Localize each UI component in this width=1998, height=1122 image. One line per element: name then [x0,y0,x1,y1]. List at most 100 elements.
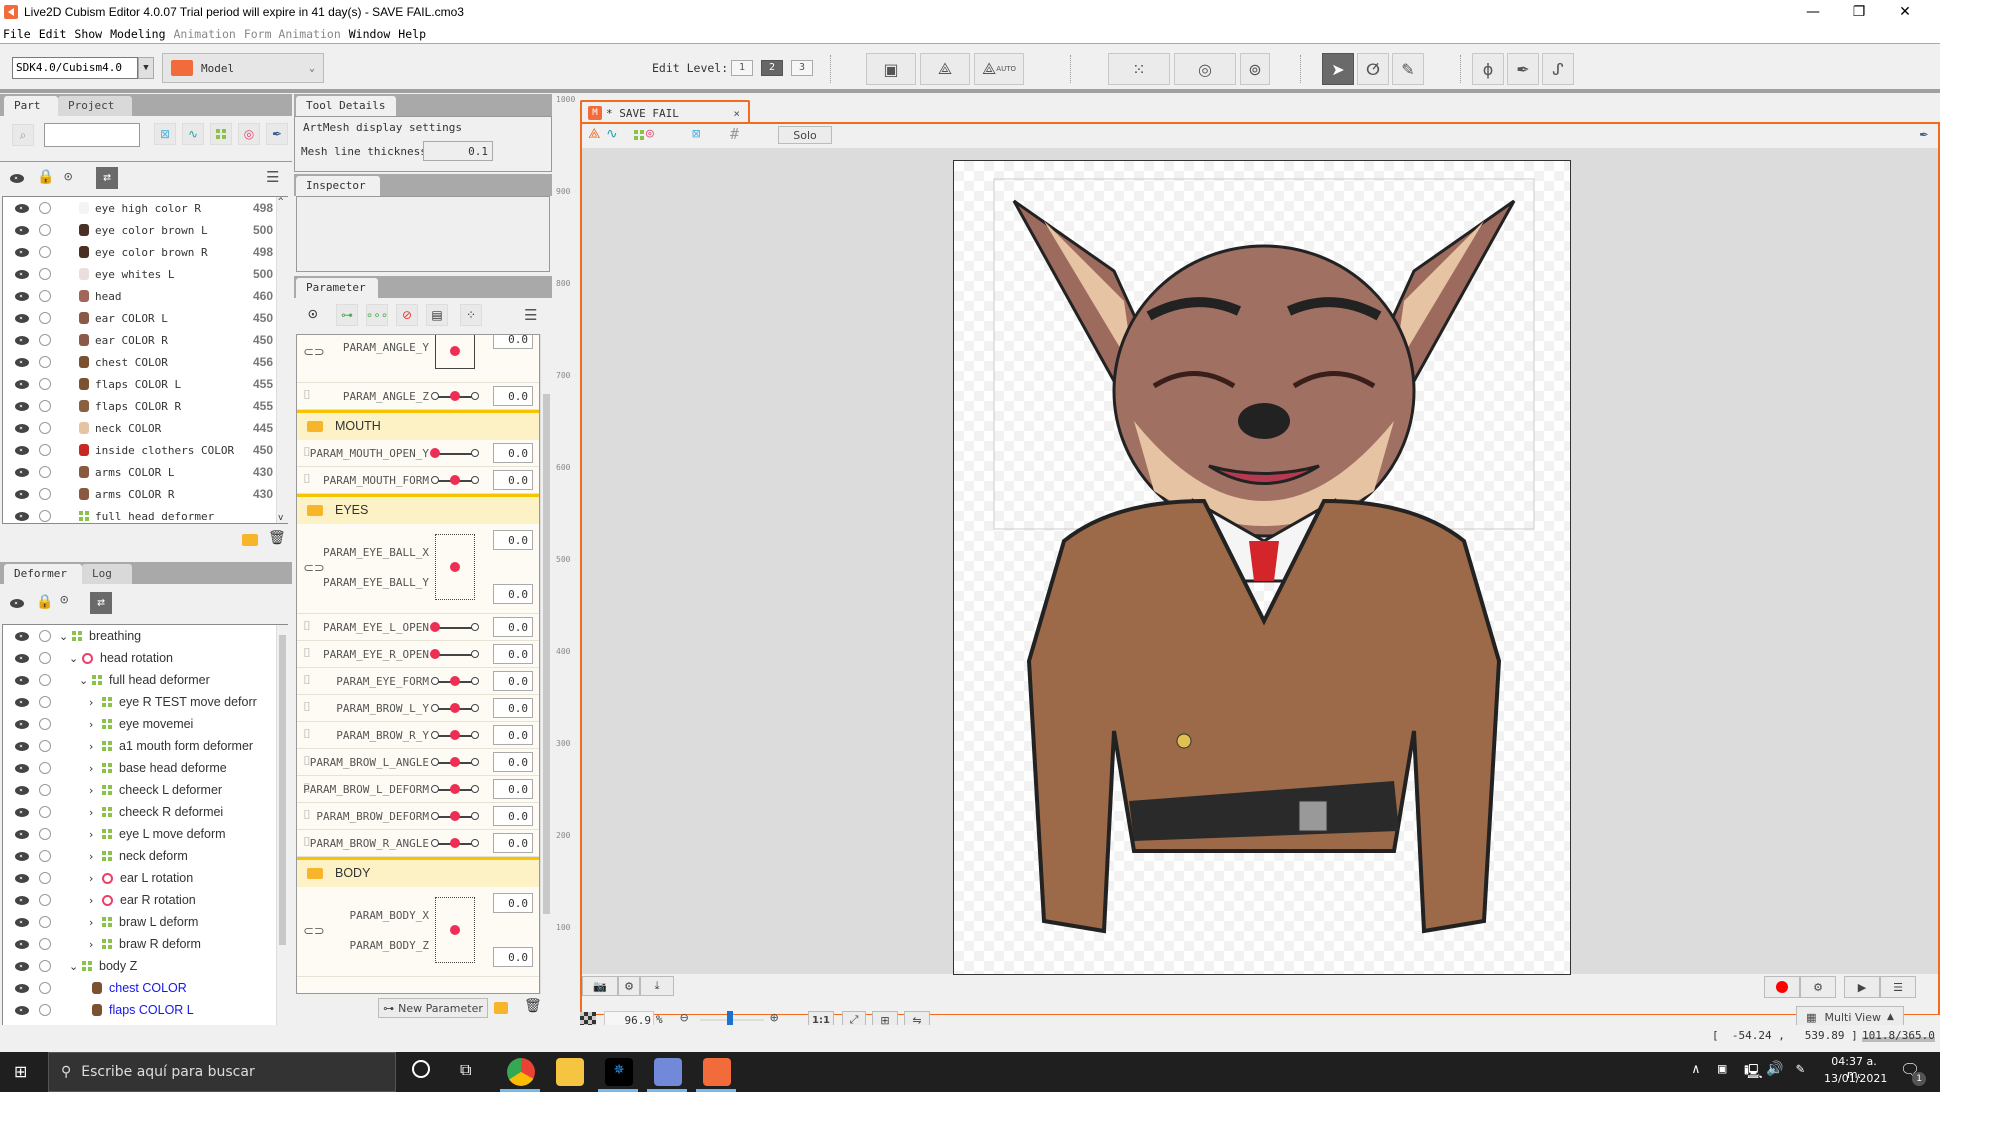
select-radio-icon[interactable] [39,938,51,950]
deformer-tree-item[interactable]: flaps COLOR L [3,999,287,1021]
select-radio-icon[interactable] [39,356,51,368]
chevron-down-icon[interactable]: ⌄ [59,630,69,643]
visibility-eye-icon[interactable] [15,489,29,499]
swap-icon[interactable]: ⇄ [90,592,112,614]
pen-icon[interactable]: ✒ [1920,126,1928,142]
parameter-slider-handle[interactable] [450,703,460,713]
parameter-row[interactable]: ⌷ PARAM_BROW_DEFORM 0.0 [297,803,539,830]
select-radio-icon[interactable] [39,740,51,752]
scroll-up-icon[interactable]: ^ [278,197,283,207]
chevron-down-icon[interactable]: ⌄ [69,652,79,665]
auto-mesh-button[interactable]: ⟁ AUTO [974,53,1024,85]
network-icon[interactable]: 🖳 [1744,1061,1763,1085]
parameter-row[interactable]: ⌷ PARAM_ANGLE_Z 0.0 [297,383,539,410]
key-point[interactable] [431,731,439,739]
chrome-icon[interactable] [507,1058,535,1086]
deformer-tree-item[interactable]: ⌄ breathing [3,625,287,647]
parameter-group[interactable]: BODY [297,857,539,887]
chevron-right-icon[interactable]: › [89,718,99,731]
scroll-thumb[interactable] [279,635,286,945]
viewport-tab[interactable]: M * SAVE FAIL × [580,100,750,124]
key-point[interactable] [471,704,479,712]
link-icon[interactable]: ⌷ [303,700,311,715]
deformer-tree-item[interactable]: › base head deforme [3,757,287,779]
menu-icon[interactable]: ☰ [524,306,537,324]
visibility-eye-icon[interactable] [15,291,29,301]
new-group-folder-icon[interactable] [494,1002,508,1014]
parameter-row[interactable]: ⌷ PARAM_BROW_L_DEFORM 0.0 [297,776,539,803]
chevron-right-icon[interactable]: › [89,850,99,863]
chevron-right-icon[interactable]: › [89,740,99,753]
expand-circle-icon[interactable]: ⊙ [64,169,72,185]
grid-off-icon[interactable]: # [730,125,739,143]
visibility-eye-icon[interactable] [15,225,29,235]
deformer-tree-item[interactable]: ⌄ body Z [3,955,287,977]
artmesh-filter-icon[interactable]: ⊠ [154,123,176,145]
deformer-tree-item[interactable]: › braw L deform [3,911,287,933]
menu-edit[interactable]: Edit [36,27,72,41]
visibility-eye-icon[interactable] [15,247,29,257]
edit-level-2[interactable]: 2 [761,60,783,76]
key-point[interactable] [431,839,439,847]
select-radio-icon[interactable] [39,290,51,302]
visibility-eye-icon[interactable] [15,653,29,663]
mesh-line-thickness-input[interactable]: 0.1 [423,141,493,161]
cortana-icon[interactable] [412,1060,430,1078]
tab-log[interactable]: Log [82,564,132,584]
parameter-row[interactable]: ⌷ PARAM_EYE_R_OPEN 0.0 [297,641,539,668]
parameter-group[interactable]: MOUTH [297,410,539,440]
parameter-row[interactable]: ⌷ PARAM_BROW_R_Y 0.0 [297,722,539,749]
parameter-2d-handle[interactable] [450,925,460,935]
trash-icon[interactable]: 🗑 [268,530,286,546]
visibility-eye-icon[interactable] [15,807,29,817]
parameter-row[interactable]: ⌷ PARAM_MOUTH_FORM 0.0 [297,467,539,494]
parameter-row[interactable]: ⌷ PARAM_EYE_L_OPEN 0.0 [297,614,539,641]
edit-level-1[interactable]: 1 [731,60,753,76]
lasso-tool-button[interactable]: ⵚ [1357,53,1389,85]
screenshot-button[interactable]: 📷 [582,976,618,996]
select-radio-icon[interactable] [39,246,51,258]
parameter-slider-handle[interactable] [430,622,440,632]
key-point[interactable] [471,677,479,685]
zoom-out-icon[interactable]: ⊖ [680,1010,688,1026]
lock-icon[interactable]: 🔒 [36,594,53,610]
expand-all-icon[interactable]: ⊙ [60,592,68,608]
mode-select[interactable]: Model ⌄ [162,53,324,83]
link-icon[interactable]: ⌷ [303,646,311,661]
select-radio-icon[interactable] [39,510,51,522]
restore-button[interactable]: ❐ [1836,0,1882,24]
parameter-value-input[interactable]: 0.0 [493,335,533,349]
select-radio-icon[interactable] [39,1004,51,1016]
brush-select-button[interactable]: ✎ [1392,53,1424,85]
parameter-slider-handle[interactable] [450,838,460,848]
visibility-eye-icon[interactable] [15,269,29,279]
visibility-eye-icon[interactable] [15,829,29,839]
screenshot-settings-button[interactable]: ⚙ [618,976,640,996]
key-point[interactable] [431,392,439,400]
curve-visibility-icon[interactable]: ∿ [606,126,618,142]
sdk-dropdown-arrow-icon[interactable]: ▼ [138,57,154,79]
part-list-item[interactable]: flaps COLOR R 455 [3,395,287,417]
menu-help[interactable]: Help [395,27,431,41]
model-canvas[interactable] [953,160,1571,975]
select-radio-icon[interactable] [39,312,51,324]
parameter-row[interactable]: ⌷ PARAM_MOUTH_OPEN_Y 0.0 [297,440,539,467]
link-icon[interactable]: ⌷ [303,727,311,742]
visibility-eye-icon[interactable] [15,719,29,729]
part-list-item[interactable]: eye color brown R 498 [3,241,287,263]
parameter-value-input[interactable]: 0.0 [493,947,533,967]
visibility-eye-icon[interactable] [15,445,29,455]
search-icon[interactable]: ⌕ [12,124,34,146]
path-tool-button[interactable]: ᔑ [1542,53,1574,85]
part-list-item[interactable]: full head deformer [3,505,287,523]
parameter-row[interactable]: ⌷ PARAM_EYE_FORM 0.0 [297,668,539,695]
visibility-eye-icon[interactable] [15,939,29,949]
visibility-eye-icon[interactable] [15,785,29,795]
expand-all-icon[interactable]: ⊙ [308,304,318,323]
tab-project[interactable]: Project [58,96,132,116]
link-icon[interactable]: ⊂⊃ [303,345,325,360]
deformer-tree-item[interactable]: › eye L move deform [3,823,287,845]
parameter-row[interactable]: ⌷ PARAM_BROW_L_Y 0.0 [297,695,539,722]
parameter-slider[interactable] [435,453,475,455]
new-parameter-button[interactable]: ⊶ New Parameter [378,998,488,1018]
